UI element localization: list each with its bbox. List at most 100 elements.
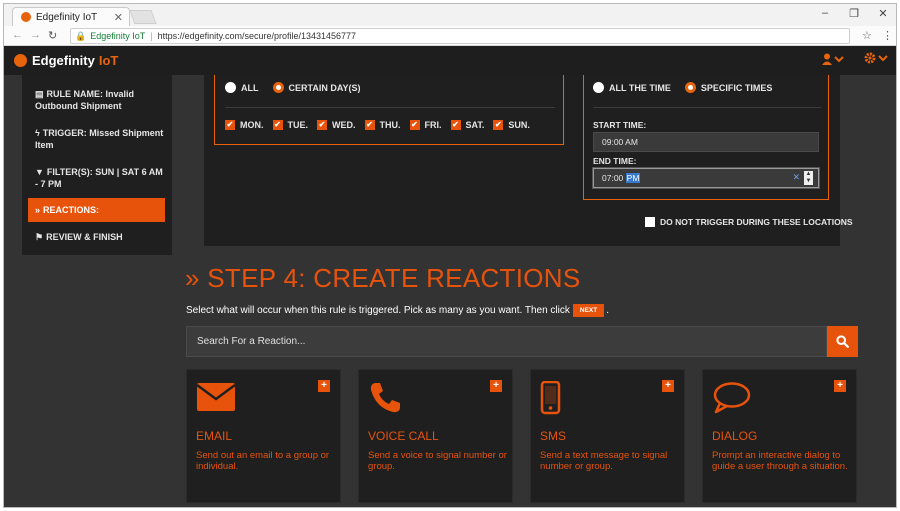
instruction-text: Select what will occur when this rule is… [186,305,570,316]
start-time-input[interactable]: 09:00 AM [593,132,819,152]
app-header: Edgefinity IoT [4,46,896,75]
day-checkbox-tue[interactable]: ✔ TUE. [272,120,308,130]
maximize-icon[interactable]: ❐ [847,7,861,20]
day-checkbox-sat[interactable]: ✔ SAT. [450,120,485,130]
search-input[interactable] [186,326,827,357]
url-field[interactable]: 🔒 Edgefinity IoT | https://edgefinity.co… [70,28,850,44]
day-checkbox-mon[interactable]: ✔ MON. [225,120,264,130]
double-chevron-icon: » [35,205,41,215]
radio-certain-label: CERTAIN DAY(S) [288,82,361,93]
reaction-card-sms[interactable]: + SMS Send a text message to signal numb… [530,369,685,503]
forward-icon[interactable]: → [30,29,41,41]
start-time-value: 09:00 AM [602,137,638,147]
day-label: FRI. [424,120,442,130]
clear-icon[interactable]: ✕ [792,172,800,183]
time-options: ALL THE TIME SPECIFIC TIMES [593,82,786,93]
user-menu-icon[interactable] [822,53,844,68]
sidebar-item-label: REACTIONS: [43,205,100,215]
reaction-card-dialog[interactable]: + DIALOG Prompt an interactive dialog to… [702,369,857,503]
check-icon: ✔ [225,120,235,130]
divider [225,107,555,108]
step-instructions: Select what will occur when this rule is… [186,304,609,317]
day-label: SAT. [465,120,485,130]
address-bar: ← → ↻ 🔒 Edgefinity IoT | https://edgefin… [4,26,896,46]
reaction-title: EMAIL [196,429,233,443]
radio-all-label: ALL [241,82,259,93]
reload-icon[interactable]: ↻ [48,29,57,42]
search-icon [836,335,849,348]
day-checkbox-wed[interactable]: ✔ WED. [317,120,356,130]
close-window-icon[interactable]: ✕ [876,7,890,20]
sidebar-item-reactions[interactable]: » REACTIONS: [28,198,165,222]
reaction-title: SMS [540,429,567,443]
filter-icon: ▼ [35,167,44,177]
bookmark-star-icon[interactable]: ☆ [862,29,872,42]
wizard-sidebar: ▤ RULE NAME: Invalid Outbound Shipment ϟT… [22,75,172,255]
tab-strip: Edgefinity IoT ✕ – ❐ ✕ [4,4,896,26]
close-tab-icon[interactable]: ✕ [114,11,123,24]
check-icon: ✔ [364,120,375,130]
flag-icon: ⚑ [35,232,44,242]
mobile-icon [540,381,561,415]
radio-all-days[interactable] [225,82,236,93]
reaction-card-email[interactable]: + EMAIL Send out an email to a group or … [186,369,341,503]
site-name: Edgefinity IoT [90,31,146,41]
back-icon[interactable]: ← [12,29,23,41]
day-options: ALL CERTAIN DAY(S) [225,82,375,93]
reaction-title: DIALOG [712,429,758,443]
logo-icon [14,54,27,67]
day-checkbox-thu[interactable]: ✔ THU. [364,120,401,130]
sidebar-item-filters[interactable]: ▼ FILTER(S): SUN | SAT 6 AM - 7 PM [28,166,165,190]
day-label: MON. [240,120,264,130]
next-button[interactable]: NEXT [572,304,605,317]
reaction-search [186,326,858,357]
reaction-card-voice-call[interactable]: + VOICE CALL Send a voice to signal numb… [358,369,513,503]
new-tab-button[interactable] [129,10,157,24]
add-icon[interactable]: + [490,380,502,392]
id-card-icon: ▤ [35,89,44,99]
day-checkbox-sun[interactable]: ✔ SUN. [493,120,530,130]
day-checkbox-fri[interactable]: ✔ FRI. [409,120,442,130]
speech-bubble-icon [713,382,751,414]
browser-tab[interactable]: Edgefinity IoT ✕ [12,7,130,26]
search-button[interactable] [827,326,858,357]
sidebar-item-label: REVIEW & FINISH [46,232,123,242]
no-locations-label: DO NOT TRIGGER DURING THESE LOCATIONS [660,217,853,227]
step-title: » STEP 4: CREATE REACTIONS [185,263,581,293]
spinner-icon[interactable]: ▲ ▼ [804,171,813,185]
check-icon: ✔ [450,120,461,130]
day-checkboxes: ✔ MON. ✔ TUE. ✔ WED. ✔ THU. ✔ FRI. ✔ SAT. ✔ SUN… [225,120,539,130]
minimize-icon[interactable]: – [818,7,832,19]
brand-name: Edgefinity [32,53,95,68]
add-icon[interactable]: + [662,380,674,392]
add-icon[interactable]: + [834,380,846,392]
no-locations-checkbox[interactable]: DO NOT TRIGGER DURING THESE LOCATIONS [645,217,853,227]
sidebar-item-rule-name[interactable]: ▤ RULE NAME: Invalid Outbound Shipment [28,88,165,112]
reaction-title: VOICE CALL [368,429,439,443]
divider [593,107,821,108]
radio-all-the-time[interactable] [593,82,604,93]
envelope-icon [196,383,236,411]
add-icon[interactable]: + [318,380,330,392]
url-text: https://edgefinity.com/secure/profile/13… [157,31,357,41]
settings-menu-icon[interactable] [864,52,888,67]
favicon-icon [21,12,31,22]
end-time-input[interactable]: 07:00 PM ✕ ▲ ▼ [592,167,820,189]
check-icon: ✔ [272,120,283,130]
sidebar-item-trigger[interactable]: ϟ TRIGGER: Missed Shipment Item [28,127,165,151]
day-label: THU. [379,120,401,130]
radio-specific-times[interactable] [684,82,696,93]
sidebar-item-review[interactable]: ⚑ REVIEW & FINISH [28,231,165,243]
checkbox-unchecked-icon [645,217,655,227]
brand-logo[interactable]: Edgefinity IoT [14,53,118,68]
instruction-end: . [606,305,609,316]
radio-certain-days[interactable] [272,82,284,93]
app-viewport: Edgefinity IoT ▤ RULE NAME: Invalid Outbo… [4,46,896,507]
end-time-meridiem: PM [625,173,641,183]
reaction-description: Prompt an interactive dialog to guide a … [712,450,848,472]
tab-title: Edgefinity IoT [36,11,98,23]
day-label: WED. [332,120,356,130]
reaction-cards: + EMAIL Send out an email to a group or … [186,369,858,503]
brand-suffix: IoT [98,53,119,68]
browser-menu-icon[interactable]: ⋮ [882,29,893,42]
